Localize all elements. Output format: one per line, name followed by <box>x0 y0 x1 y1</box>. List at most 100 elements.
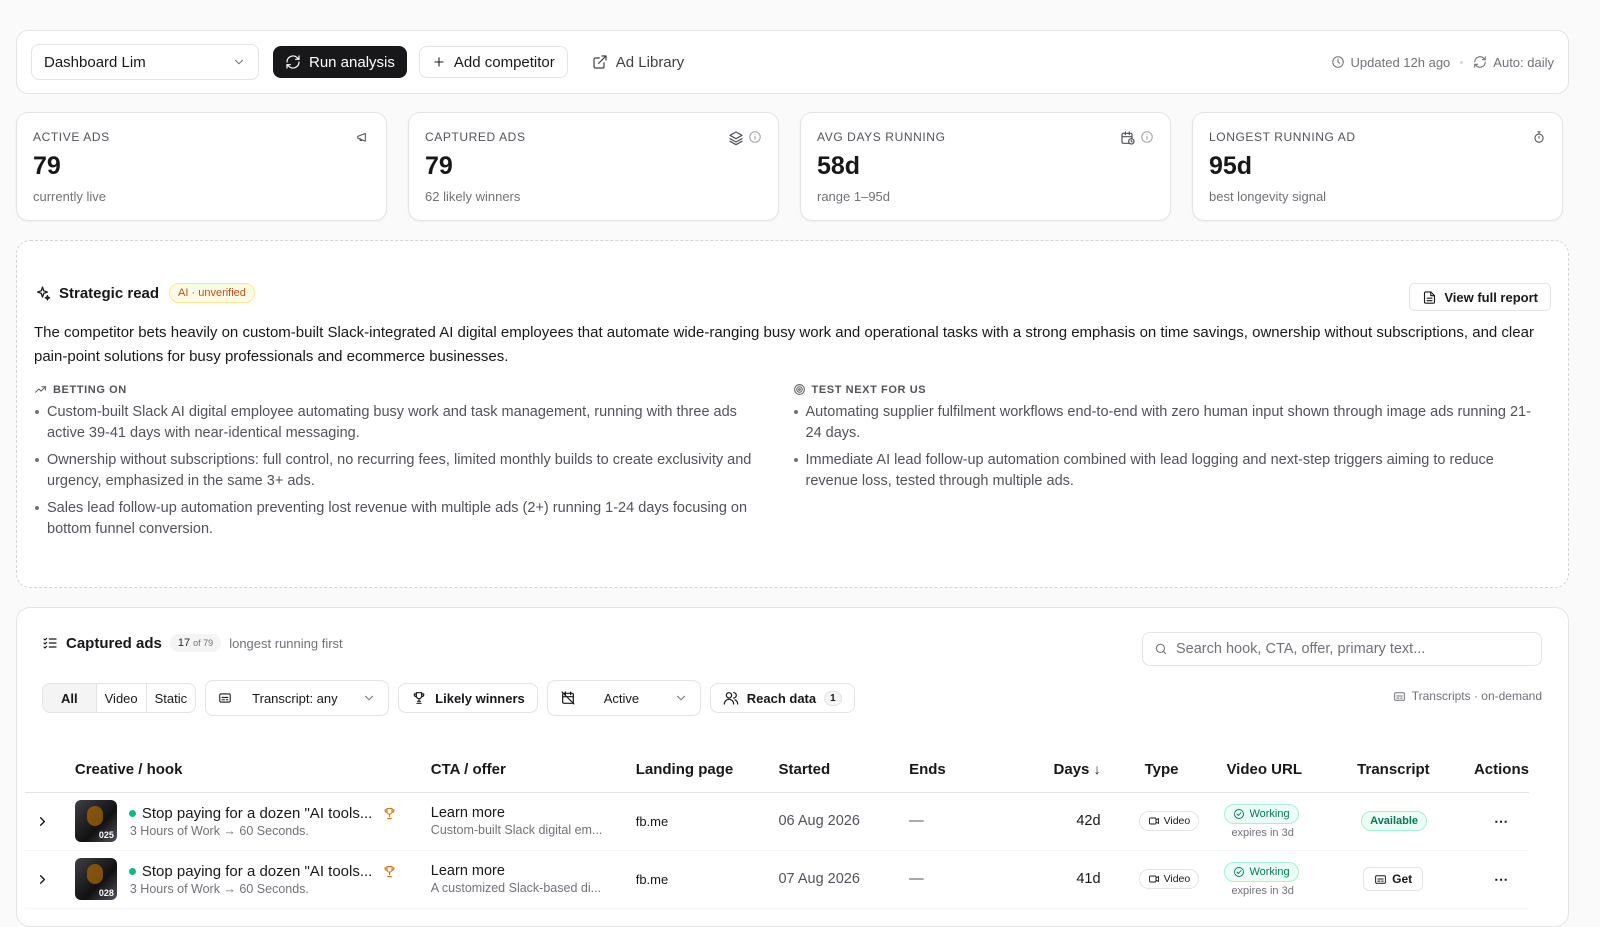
col-cta[interactable]: CTA / offer <box>430 748 636 793</box>
col-landing[interactable]: Landing page <box>635 748 779 793</box>
trophy-icon <box>384 807 395 819</box>
filter-all[interactable]: All <box>43 684 97 712</box>
auto-refresh-toggle[interactable]: Auto: daily <box>1473 55 1554 70</box>
creative-thumbnail[interactable]: 025 <box>74 800 117 842</box>
reach-data-filter[interactable]: Reach data 1 <box>709 683 855 713</box>
stat-card-captured-ads: Captured ads 79 62 likely winners <box>408 112 779 221</box>
col-creative[interactable]: Creative / hook <box>74 748 431 793</box>
col-video-url[interactable]: Video URL <box>1224 748 1358 793</box>
video-url-status[interactable]: Working <box>1224 803 1299 824</box>
video-icon <box>1148 817 1159 825</box>
col-ends[interactable]: Ends <box>909 748 1035 793</box>
ad-library-label: Ad Library <box>615 53 685 71</box>
ads-search-input[interactable]: Search hook, CTA, offer, primary text... <box>1142 632 1542 666</box>
type-label: Video <box>1163 815 1191 827</box>
col-days-label: Days <box>1053 761 1090 779</box>
separator-dot <box>1460 60 1464 64</box>
search-placeholder: Search hook, CTA, offer, primary text... <box>1176 641 1426 657</box>
captions-icon <box>219 693 231 703</box>
hook-subtext: 3 Hours of Work → 60 Seconds. <box>129 881 309 896</box>
video-expiry: expires in 3d <box>1231 884 1294 897</box>
view-full-report-button[interactable]: View full report <box>1409 283 1551 311</box>
trophy-icon <box>413 692 425 704</box>
info-icon[interactable] <box>1140 130 1154 144</box>
dashboard-select[interactable]: Dashboard Lim <box>31 44 259 80</box>
ad-library-link[interactable]: Ad Library <box>580 46 696 78</box>
cta-label: Learn more <box>430 805 505 821</box>
info-icon[interactable] <box>748 130 762 144</box>
chevron-down-icon <box>365 695 374 701</box>
sort-description: longest running first <box>229 635 343 651</box>
stat-sub: best longevity signal <box>1209 189 1327 204</box>
status-filter-select[interactable]: Active <box>546 680 701 716</box>
cta-label: Learn more <box>430 863 505 879</box>
run-analysis-label: Run analysis <box>309 53 395 71</box>
landing-page-link[interactable]: fb.me <box>635 850 779 909</box>
captured-count: 17 <box>177 637 191 649</box>
live-status-dot <box>128 809 136 817</box>
chevron-down-icon <box>234 59 244 65</box>
video-status-label: Working <box>1249 865 1290 878</box>
captured-count-of: of 79 <box>193 638 214 648</box>
table-row[interactable]: 028 Stop paying for a dozen "AI tools...… <box>25 850 1529 909</box>
likely-winners-filter[interactable]: Likely winners <box>398 683 538 713</box>
get-transcript-label: Get <box>1392 872 1413 886</box>
type-label: Video <box>1163 873 1191 885</box>
offer-text: Custom-built Slack digital em... <box>430 823 603 837</box>
type-badge: Video <box>1138 869 1200 889</box>
sparkles-icon <box>36 285 51 301</box>
likely-winners-label: Likely winners <box>435 690 525 706</box>
col-actions: Actions <box>1473 748 1529 793</box>
transcripts-note: Transcripts · on-demand <box>1393 689 1542 703</box>
run-analysis-button[interactable]: Run analysis <box>273 46 407 78</box>
test-next-column: TEST NEXT FOR US Automating supplier ful… <box>793 383 1552 546</box>
stat-card-avg-days: Avg days running 58d range 1–95d <box>800 112 1171 221</box>
plus-icon <box>434 57 444 67</box>
transcript-available-badge[interactable]: Available <box>1361 811 1428 831</box>
captured-ads-title: Captured ads <box>66 634 162 652</box>
filter-video[interactable]: Video <box>97 684 147 712</box>
strategic-read-title: Strategic read <box>59 284 160 302</box>
add-competitor-button[interactable]: Add competitor <box>418 46 568 78</box>
creative-thumbnail[interactable]: 028 <box>74 858 117 900</box>
chevron-right-icon[interactable] <box>35 872 50 887</box>
live-status-dot <box>128 867 136 875</box>
row-actions-menu[interactable]: ⋯ <box>1473 850 1529 909</box>
table-row[interactable]: 025 Stop paying for a dozen "AI tools...… <box>25 792 1529 851</box>
hook-subtext: 3 Hours of Work → 60 Seconds. <box>129 823 309 838</box>
transcript-filter-select[interactable]: Transcript: any <box>205 680 390 716</box>
betting-on-label: BETTING ON <box>53 383 127 396</box>
betting-on-column: BETTING ON Custom-built Slack AI digital… <box>34 383 793 546</box>
toolbar-status: Updated 12h ago Auto: daily <box>1331 55 1554 70</box>
creative-number: 028 <box>98 888 114 898</box>
landing-page-link[interactable]: fb.me <box>635 792 779 851</box>
chevron-down-icon <box>676 695 685 701</box>
days-running: 42d <box>1034 792 1131 851</box>
col-type[interactable]: Type <box>1130 748 1225 793</box>
test-next-item: Immediate AI lead follow-up automation c… <box>793 450 1533 492</box>
reach-data-label: Reach data <box>746 690 817 706</box>
chevron-right-icon[interactable] <box>35 814 50 829</box>
hook-text: Stop paying for a dozen "AI tools... <box>141 862 373 880</box>
test-next-item: Automating supplier fulfilment workflows… <box>793 402 1533 444</box>
offer-text: A customized Slack-based di... <box>430 881 602 895</box>
video-status-label: Working <box>1249 807 1290 820</box>
stopwatch-icon <box>1534 131 1544 143</box>
col-transcript[interactable]: Transcript <box>1357 748 1474 793</box>
captured-ads-panel: Captured ads 17 of 79 longest running fi… <box>16 607 1569 927</box>
dashboard-select-value: Dashboard Lim <box>44 53 146 71</box>
add-competitor-label: Add competitor <box>453 53 555 71</box>
transcripts-note-text: Transcripts · on-demand <box>1411 689 1542 703</box>
list-checks-icon <box>43 637 57 649</box>
video-url-status[interactable]: Working <box>1224 861 1299 882</box>
get-transcript-button[interactable]: Get <box>1363 867 1424 891</box>
stat-card-active-ads: Active ads 79 currently live <box>16 112 387 221</box>
ends-date: — <box>909 850 1035 909</box>
col-started[interactable]: Started <box>778 748 910 793</box>
filter-bar: All Video Static Transcript: any Likely … <box>42 680 855 716</box>
stat-label: Avg days running <box>817 130 946 144</box>
external-link-icon <box>593 55 607 69</box>
row-actions-menu[interactable]: ⋯ <box>1473 792 1529 851</box>
col-days[interactable]: Days ↓ <box>1034 748 1131 793</box>
filter-static[interactable]: Static <box>147 684 196 712</box>
